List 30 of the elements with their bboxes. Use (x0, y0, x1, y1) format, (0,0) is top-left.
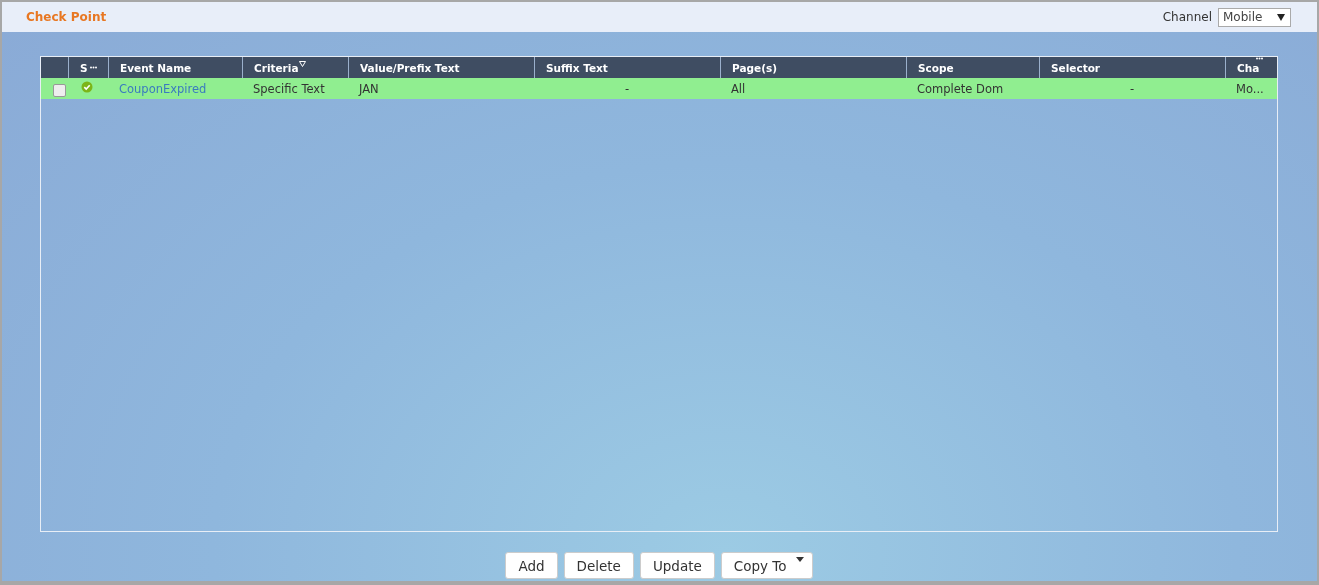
action-button[interactable]: Delete (563, 552, 634, 579)
caret-icon[interactable] (1277, 13, 1285, 21)
column-menu-icon[interactable] (1256, 57, 1263, 60)
resize-icon[interactable] (89, 66, 97, 69)
action-button[interactable]: Add (505, 552, 558, 579)
table-cell: Complete Dom (917, 81, 1004, 96)
table-cell: - (624, 81, 630, 96)
table-cell: All (731, 81, 746, 96)
column-header[interactable]: Event Name (120, 61, 192, 74)
column-header[interactable]: Value/Prefix Text (360, 61, 460, 74)
column-header[interactable]: S (80, 61, 88, 74)
column-header[interactable]: Suffix Text (546, 61, 608, 74)
table-cell: JAN (359, 81, 379, 96)
row-checkbox[interactable] (53, 84, 66, 97)
channel-select[interactable]: Mobile (1218, 7, 1291, 27)
channel-label: Channel (1162, 10, 1212, 24)
caret-icon[interactable] (795, 557, 804, 562)
column-header[interactable]: Selector (1051, 61, 1101, 74)
column-header[interactable]: Criteria (254, 61, 299, 74)
action-button[interactable]: Copy To (720, 552, 813, 579)
page-title: Check Point (26, 10, 107, 24)
table-cell: Specific Text (253, 81, 325, 96)
table-cell: - (1129, 81, 1135, 96)
column-header[interactable]: Scope (918, 61, 954, 74)
column-header[interactable]: Cha (1237, 61, 1260, 74)
column-header[interactable]: Page(s) (732, 61, 777, 74)
table-row[interactable]: CouponExpired Specific Text JAN - All Complete Dom - Mo... (41, 78, 1277, 99)
table-cell: Mo... (1236, 81, 1264, 96)
filter-icon[interactable] (298, 60, 306, 67)
action-button[interactable]: Update (639, 552, 715, 579)
